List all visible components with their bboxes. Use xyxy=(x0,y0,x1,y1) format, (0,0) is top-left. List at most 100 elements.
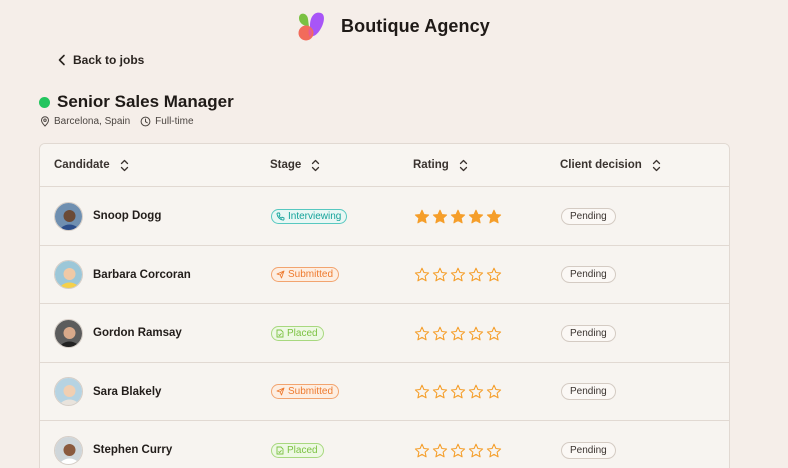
avatar xyxy=(54,318,83,348)
star-outline-icon[interactable] xyxy=(486,443,502,458)
candidate-name[interactable]: Barbara Corcoran xyxy=(93,269,191,281)
column-label: Rating xyxy=(413,159,449,171)
star-outline-icon[interactable] xyxy=(414,384,430,399)
stage-badge[interactable]: Placed xyxy=(271,442,324,458)
clock-icon xyxy=(140,116,151,127)
decision-badge[interactable]: Pending xyxy=(561,266,616,284)
star-outline-icon[interactable] xyxy=(414,443,430,458)
job-title: Senior Sales Manager xyxy=(57,92,234,111)
back-to-jobs-label: Back to jobs xyxy=(73,53,145,67)
star-filled-icon[interactable] xyxy=(432,209,448,224)
client-decision-cell: Pending xyxy=(561,304,616,362)
table-row[interactable]: Sara Blakely Submitted Pending xyxy=(40,363,729,422)
star-filled-icon[interactable] xyxy=(468,209,484,224)
candidate-cell: Gordon Ramsay xyxy=(54,304,182,362)
table-row[interactable]: Stephen Curry Placed Pending xyxy=(40,421,729,468)
job-location-text: Barcelona, Spain xyxy=(54,115,131,127)
candidate-cell: Snoop Dogg xyxy=(54,187,161,245)
star-outline-icon[interactable] xyxy=(432,443,448,458)
send-icon xyxy=(276,387,285,396)
stage-label: Interviewing xyxy=(288,210,342,222)
star-outline-icon[interactable] xyxy=(432,326,448,341)
star-outline-icon[interactable] xyxy=(432,384,448,399)
location-pin-icon xyxy=(40,115,50,127)
column-header-rating[interactable]: Rating xyxy=(413,144,468,186)
decision-badge[interactable]: Pending xyxy=(561,324,616,342)
job-header: Senior Sales Manager xyxy=(39,92,234,112)
avatar xyxy=(54,201,83,231)
back-to-jobs-link[interactable]: Back to jobs xyxy=(57,52,144,68)
table-body: Snoop Dogg Interviewing Pending Barbara Cor… xyxy=(40,187,729,468)
job-type-text: Full-time xyxy=(155,115,194,127)
document-check-icon xyxy=(276,329,284,338)
column-header-stage[interactable]: Stage xyxy=(270,144,320,186)
stage-cell: Submitted xyxy=(271,363,340,421)
client-decision-cell: Pending xyxy=(561,363,616,421)
star-outline-icon[interactable] xyxy=(414,267,430,282)
rating-cell xyxy=(414,187,502,245)
rating-cell xyxy=(414,421,502,468)
send-icon xyxy=(276,270,285,279)
candidate-name[interactable]: Snoop Dogg xyxy=(93,210,161,222)
star-outline-icon[interactable] xyxy=(468,384,484,399)
avatar xyxy=(54,260,83,290)
job-status-dot xyxy=(39,96,50,108)
avatar xyxy=(54,435,83,465)
brand-name: Boutique Agency xyxy=(341,15,490,36)
candidate-cell: Sara Blakely xyxy=(54,363,161,421)
star-outline-icon[interactable] xyxy=(450,267,466,282)
sort-icon xyxy=(459,159,468,172)
column-header-client-decision[interactable]: Client decision xyxy=(560,144,661,186)
stage-label: Submitted xyxy=(288,269,334,281)
star-outline-icon[interactable] xyxy=(468,443,484,458)
stage-cell: Placed xyxy=(271,304,324,362)
decision-badge[interactable]: Pending xyxy=(561,383,616,401)
brand: Boutique Agency xyxy=(295,9,490,43)
star-filled-icon[interactable] xyxy=(450,209,466,224)
sort-icon xyxy=(120,159,129,172)
rating-cell xyxy=(414,304,502,362)
star-outline-icon[interactable] xyxy=(468,326,484,341)
table-row[interactable]: Barbara Corcoran Submitted Pending xyxy=(40,246,729,305)
job-meta: Barcelona, Spain Full-time xyxy=(40,114,194,128)
star-outline-icon[interactable] xyxy=(468,267,484,282)
rating-cell xyxy=(414,363,502,421)
star-outline-icon[interactable] xyxy=(486,267,502,282)
client-decision-cell: Pending xyxy=(561,187,616,245)
sort-icon xyxy=(311,159,320,172)
candidate-name[interactable]: Sara Blakely xyxy=(93,386,161,398)
decision-badge[interactable]: Pending xyxy=(561,207,616,225)
column-label: Client decision xyxy=(560,159,642,171)
document-check-icon xyxy=(276,446,284,455)
star-outline-icon[interactable] xyxy=(450,384,466,399)
star-outline-icon[interactable] xyxy=(450,443,466,458)
brand-logo-icon xyxy=(295,10,327,42)
star-outline-icon[interactable] xyxy=(450,326,466,341)
decision-badge[interactable]: Pending xyxy=(561,441,616,459)
star-outline-icon[interactable] xyxy=(414,326,430,341)
stage-label: Placed xyxy=(287,327,318,339)
star-filled-icon[interactable] xyxy=(486,209,502,224)
client-decision-cell: Pending xyxy=(561,246,616,304)
candidate-name[interactable]: Stephen Curry xyxy=(93,444,172,456)
stage-badge[interactable]: Interviewing xyxy=(271,208,348,224)
stage-badge[interactable]: Placed xyxy=(271,325,324,341)
star-outline-icon[interactable] xyxy=(486,326,502,341)
column-label: Stage xyxy=(270,159,302,171)
stage-cell: Submitted xyxy=(271,246,340,304)
star-filled-icon[interactable] xyxy=(414,209,430,224)
table-row[interactable]: Snoop Dogg Interviewing Pending xyxy=(40,187,729,246)
stage-cell: Interviewing xyxy=(271,187,348,245)
job-location: Barcelona, Spain xyxy=(40,116,130,127)
candidate-cell: Barbara Corcoran xyxy=(54,246,191,304)
sort-icon xyxy=(652,159,661,172)
stage-badge[interactable]: Submitted xyxy=(271,384,340,400)
table-row[interactable]: Gordon Ramsay Placed Pending xyxy=(40,304,729,363)
star-outline-icon[interactable] xyxy=(486,384,502,399)
column-header-candidate[interactable]: Candidate xyxy=(54,144,129,186)
table-header: Candidate Stage Rating Client decision xyxy=(40,144,729,187)
stage-badge[interactable]: Submitted xyxy=(271,267,340,283)
client-decision-cell: Pending xyxy=(561,421,616,468)
candidate-name[interactable]: Gordon Ramsay xyxy=(93,327,182,339)
star-outline-icon[interactable] xyxy=(432,267,448,282)
